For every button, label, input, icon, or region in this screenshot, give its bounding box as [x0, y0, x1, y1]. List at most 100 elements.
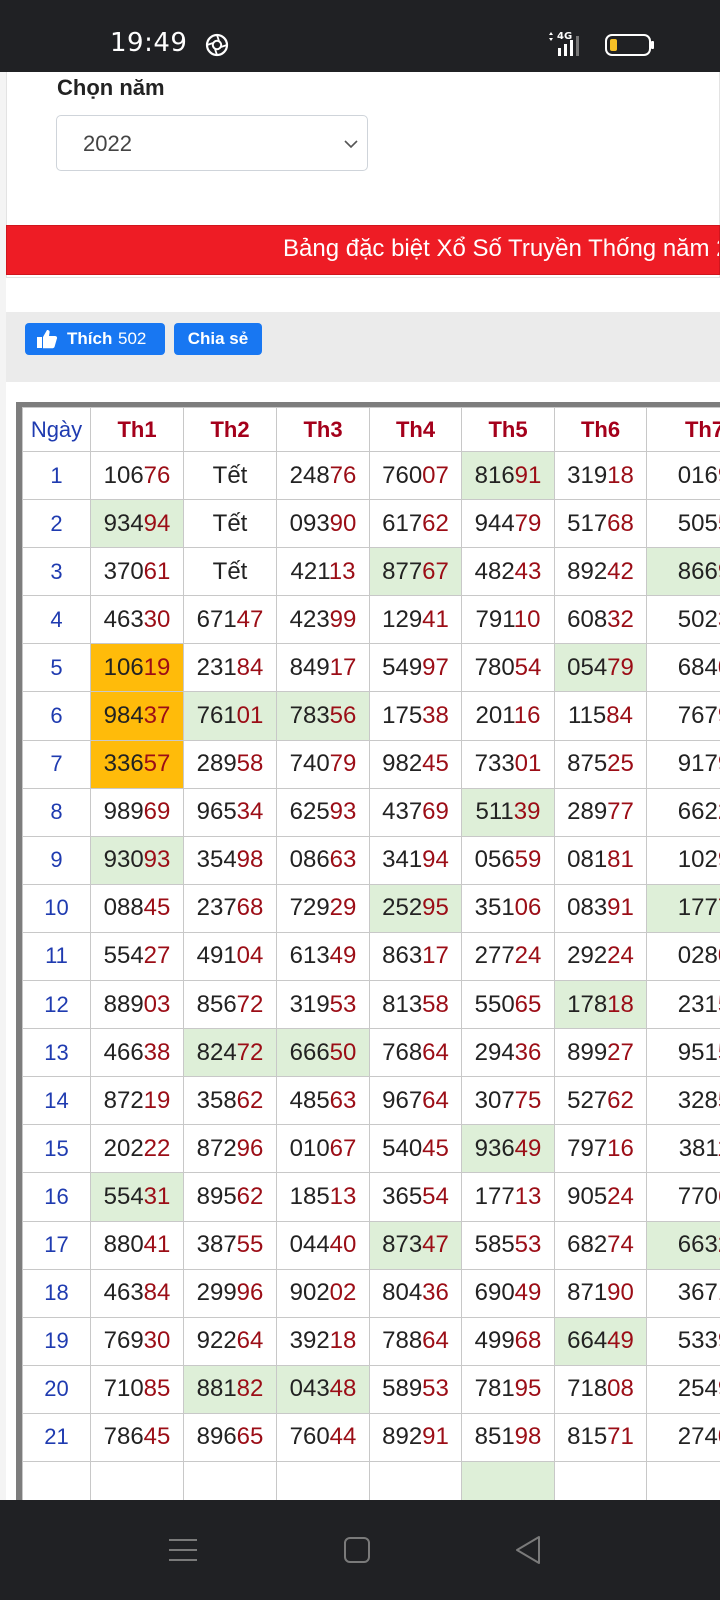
result-cell: 72929 [276, 883, 370, 933]
result-last-two-digits: 91 [514, 461, 542, 489]
result-cell: 2315 [646, 980, 720, 1030]
result-cell: 12941 [369, 595, 462, 645]
result-leading-digits: 358 [196, 1086, 237, 1114]
result-last-two-digits: 18 [607, 461, 634, 489]
home-icon[interactable] [343, 1536, 371, 1564]
table-row: 337061Tết421138776748243892428669 [22, 547, 720, 597]
result-last-two-digits: 96 [236, 1134, 264, 1162]
result-cell: 42399 [276, 595, 370, 645]
result-cell: Tết [183, 450, 277, 501]
result-last-two-digits: 98 [236, 846, 264, 874]
result-leading-digits: 554 [103, 942, 144, 970]
facebook-share-button[interactable]: Chia sẻ [174, 323, 262, 355]
day-number: 21 [22, 1412, 91, 1462]
like-label: Thích [67, 329, 113, 348]
result-cell: 5055 [646, 499, 720, 549]
result-cell: 24876 [276, 450, 370, 501]
result-cell: 8669 [646, 547, 720, 597]
result-last-two-digits: 76 [143, 461, 171, 489]
result-cell: 34194 [369, 835, 462, 885]
result-leading-digits: 463 [103, 605, 144, 633]
result-cell: 08845 [90, 883, 184, 933]
result-cell: 25295 [369, 883, 462, 933]
result-last-two-digits: 24 [514, 942, 542, 970]
day-number: 13 [22, 1028, 91, 1078]
result-leading-digits: 351 [474, 894, 515, 922]
result-cell: 98437 [90, 691, 184, 741]
result-leading-digits: 231 [677, 990, 718, 1018]
year-select[interactable]: 2022 [56, 115, 368, 171]
result-cell: 08181 [554, 835, 647, 885]
result-cell: 79716 [554, 1124, 647, 1174]
year-select-value: 2022 [83, 131, 132, 156]
result-cell: 17713 [461, 1172, 555, 1222]
result-leading-digits: 381 [678, 1134, 717, 1162]
result-last-two-digits: 24 [607, 942, 634, 970]
result-leading-digits: 788 [382, 1327, 423, 1355]
result-last-two-digits: 36 [422, 1279, 449, 1307]
result-cell: 36554 [369, 1172, 462, 1222]
result-leading-digits: 527 [567, 1086, 608, 1114]
status-time: 19:49 [110, 28, 188, 58]
result-cell: 48563 [276, 1076, 370, 1126]
result-leading-digits: 482 [474, 557, 515, 585]
result-leading-digits: 856 [196, 990, 237, 1018]
battery-icon [605, 34, 654, 56]
result-last-two-digits: 97 [422, 653, 449, 681]
result-cell: 68274 [554, 1220, 647, 1270]
result-cell: 89927 [554, 1028, 647, 1078]
table-row: 148721935862485639676430775527623285 [22, 1076, 720, 1126]
result-last-two-digits: 91 [422, 1423, 449, 1451]
result-leading-digits: 786 [103, 1423, 144, 1451]
result-last-two-digits: 18 [607, 990, 634, 1018]
result-leading-digits: 813 [382, 990, 423, 1018]
day-number: 10 [22, 883, 91, 933]
result-leading-digits: 307 [474, 1086, 515, 1114]
result-cell: 1029 [646, 835, 720, 885]
result-cell: 18513 [276, 1172, 370, 1222]
result-leading-digits: 671 [196, 605, 237, 633]
result-leading-digits: 872 [196, 1134, 237, 1162]
result-leading-digits: 824 [196, 1038, 237, 1066]
result-cell: 04348 [276, 1364, 370, 1414]
results-table: NgàyTh1Th2Th3Th4Th5Th6Th7 110676Tết24876… [22, 407, 720, 1500]
year-select-label: Chọn năm [57, 75, 165, 100]
result-cell: 79110 [461, 595, 555, 645]
menu-icon[interactable] [168, 1537, 198, 1563]
result-cell: 28958 [183, 739, 277, 789]
result-leading-digits: 729 [289, 894, 330, 922]
page-content: Chọn năm 2022 Bảng đặc biệt Xổ Số Truyền… [0, 72, 720, 1500]
result-last-two-digits: 64 [422, 1086, 449, 1114]
result-last-two-digits: 62 [607, 1086, 634, 1114]
result-leading-digits: 505 [677, 509, 718, 537]
result-last-two-digits: 01 [514, 750, 542, 778]
thumbs-up-icon [37, 330, 58, 349]
result-cell: 78645 [90, 1412, 184, 1462]
result-last-two-digits: 30 [143, 1327, 171, 1355]
result-cell: 35106 [461, 883, 555, 933]
facebook-like-button[interactable]: Thích 502 [25, 323, 165, 355]
result-leading-digits: 761 [196, 702, 237, 730]
result-leading-digits: 517 [567, 509, 608, 537]
result-leading-digits: 044 [289, 1231, 330, 1259]
result-cell: 88903 [90, 980, 184, 1030]
result-leading-digits: 054 [567, 653, 608, 681]
result-leading-digits: 367 [677, 1279, 718, 1307]
result-last-two-digits: 02 [329, 1279, 357, 1307]
result-leading-digits: 866 [677, 557, 718, 585]
result-cell: 98245 [369, 739, 462, 789]
result-cell: 5339 [646, 1316, 720, 1366]
result-leading-digits: 202 [103, 1134, 144, 1162]
result-last-two-digits: 40 [329, 1231, 357, 1259]
result-leading-digits: 922 [196, 1327, 237, 1355]
back-icon[interactable] [514, 1534, 542, 1566]
result-last-two-digits: 45 [143, 894, 171, 922]
result-cell: 89562 [183, 1172, 277, 1222]
result-cell: 71808 [554, 1364, 647, 1414]
result-last-two-digits: 19 [143, 1086, 171, 1114]
result-cell: 98969 [90, 787, 184, 837]
day-number: 20 [22, 1364, 91, 1414]
result-leading-digits: 292 [567, 942, 608, 970]
result-leading-digits: 463 [103, 1279, 144, 1307]
status-bar: 19:49 4G [0, 0, 720, 72]
